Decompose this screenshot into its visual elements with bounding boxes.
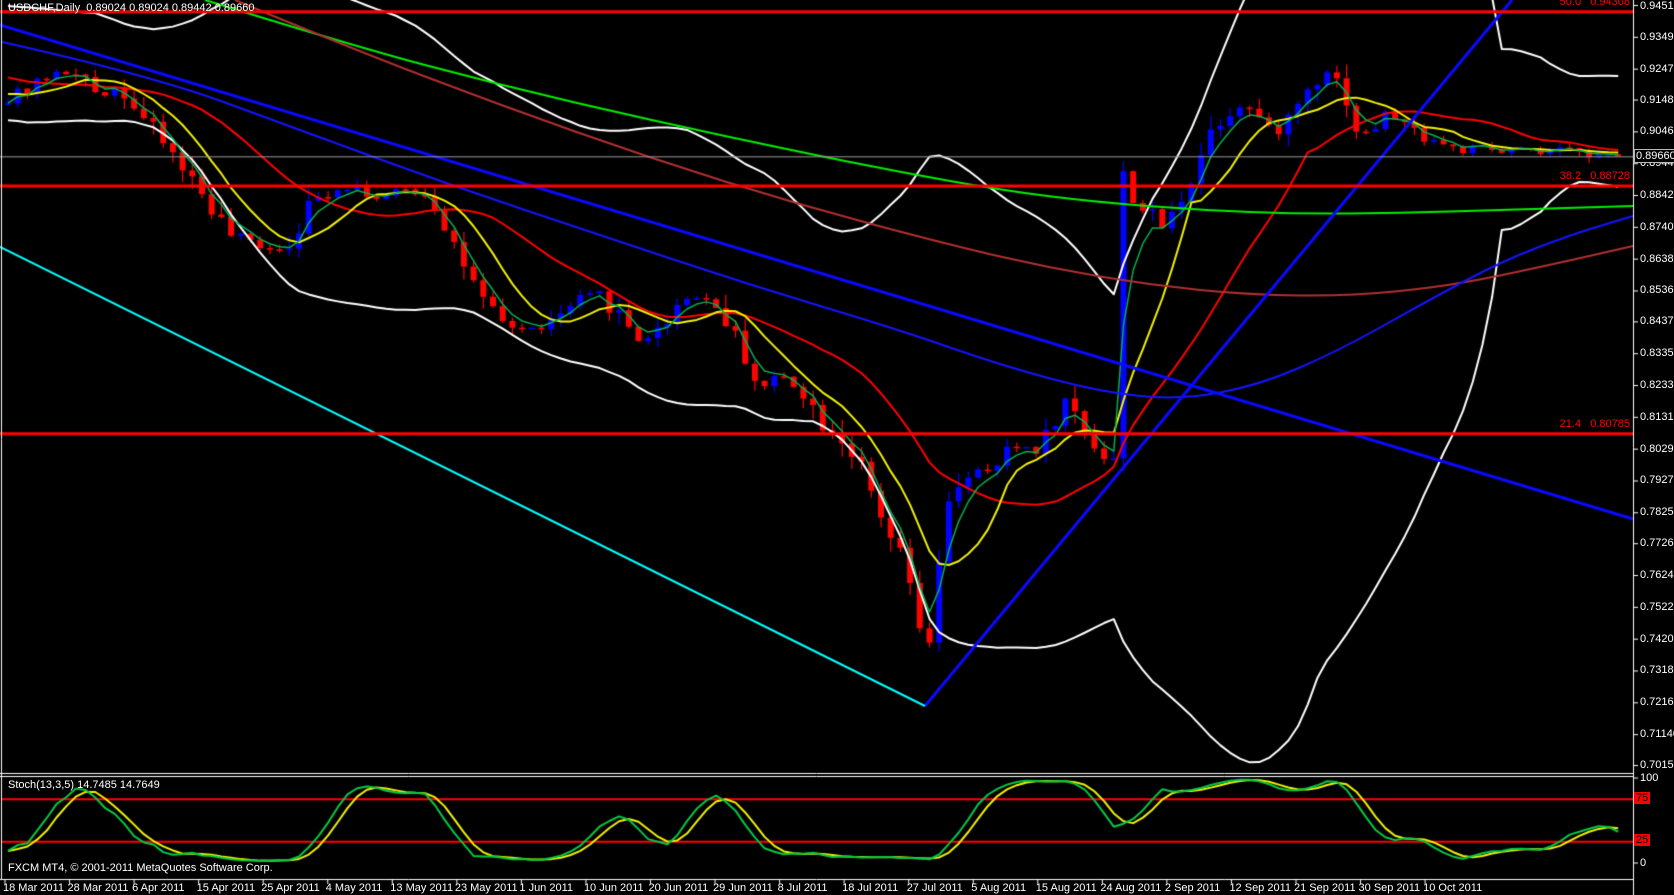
symbol-period-label: USDCHF,Daily [8, 2, 80, 14]
fib-level-label: 21.4 0.80785 [1560, 418, 1630, 431]
date-axis-label: 15 Aug 2011 [1036, 882, 1097, 895]
price-axis-label: 0.83350 [1640, 347, 1674, 360]
date-axis-label: 25 Apr 2011 [261, 882, 320, 895]
price-axis-label: 0.91480 [1640, 94, 1674, 107]
price-axis-label: 0.73180 [1640, 664, 1674, 677]
fib-level-label: 50.0 0.94308 [1560, 0, 1630, 9]
date-axis-label: 5 Aug 2011 [971, 882, 1026, 895]
date-axis-label: 18 Mar 2011 [3, 882, 64, 895]
price-axis-label: 0.77260 [1640, 537, 1674, 550]
price-axis-label: 0.72160 [1640, 696, 1674, 709]
price-axis-label: 0.74200 [1640, 633, 1674, 646]
stoch-level-badge: 25 [1634, 834, 1650, 846]
price-axis-label: 0.94510 [1640, 0, 1674, 13]
price-axis-label: 0.87400 [1640, 221, 1674, 234]
copyright-text: FXCM MT4, © 2001-2011 MetaQuotes Softwar… [8, 862, 273, 875]
date-axis-label: 10 Oct 2011 [1423, 882, 1482, 895]
date-axis-label: 27 Jul 2011 [907, 882, 963, 895]
date-axis-label: 10 Jun 2011 [584, 882, 644, 895]
date-axis-label: 6 Apr 2011 [132, 882, 184, 895]
price-axis-label: 0.82330 [1640, 379, 1674, 392]
price-axis-label: 0.79270 [1640, 474, 1674, 487]
price-chart-canvas[interactable] [0, 0, 1674, 895]
date-axis-label: 13 May 2011 [390, 882, 453, 895]
price-axis-label: 0.84370 [1640, 315, 1674, 328]
date-axis-label: 4 May 2011 [326, 882, 383, 895]
stoch-level-badge: 75 [1634, 792, 1650, 804]
price-axis-label: 0.80290 [1640, 443, 1674, 456]
price-axis-label: 0.85360 [1640, 284, 1674, 297]
price-axis-label: 0.70150 [1640, 759, 1674, 772]
stoch-name: Stoch(13,3,5) [8, 779, 74, 791]
date-axis-label: 8 Jul 2011 [778, 882, 828, 895]
stoch-values: 14.7485 14.7649 [77, 779, 160, 791]
date-axis-label: 30 Sep 2011 [1359, 882, 1421, 895]
date-axis-label: 29 Jun 2011 [713, 882, 773, 895]
fib-level-label: 38.2 0.88728 [1560, 170, 1630, 183]
date-axis-label: 20 Jun 2011 [649, 882, 709, 895]
price-axis-label: 0.78250 [1640, 506, 1674, 519]
date-axis-label: 23 May 2011 [455, 882, 518, 895]
date-axis-label: 1 Jun 2011 [519, 882, 573, 895]
date-axis-label: 18 Jul 2011 [842, 882, 898, 895]
chart-title: USDCHF,Daily 0.89024 0.89024 0.89442 0.8… [8, 2, 254, 15]
price-axis-label: 0.71140 [1640, 728, 1674, 741]
price-axis-label: 0.88420 [1640, 189, 1674, 202]
stoch-axis-label: 0 [1640, 857, 1646, 870]
price-axis-label: 0.75220 [1640, 601, 1674, 614]
stoch-axis-label: 100 [1640, 772, 1658, 785]
mt4-chart-window: USDCHF,Daily 0.89024 0.89024 0.89442 0.8… [0, 0, 1674, 895]
stoch-indicator-label: Stoch(13,3,5) 14.7485 14.7649 [8, 779, 160, 792]
date-axis-label: 12 Sep 2011 [1229, 882, 1291, 895]
date-axis-label: 28 Mar 2011 [68, 882, 129, 895]
price-axis-label: 0.81310 [1640, 411, 1674, 424]
price-axis-label: 0.86380 [1640, 253, 1674, 266]
ohlc-values: 0.89024 0.89024 0.89442 0.89660 [86, 2, 254, 14]
date-axis-label: 2 Sep 2011 [1165, 882, 1220, 895]
date-axis-label: 24 Aug 2011 [1100, 882, 1161, 895]
price-axis-label: 0.90460 [1640, 125, 1674, 138]
date-axis-label: 21 Sep 2011 [1294, 882, 1356, 895]
price-axis-label: 0.92470 [1640, 63, 1674, 76]
price-axis-label: 0.76240 [1640, 569, 1674, 582]
current-price-badge: 0.89660 [1634, 149, 1674, 163]
price-axis-label: 0.93490 [1640, 31, 1674, 44]
date-axis-label: 15 Apr 2011 [197, 882, 256, 895]
